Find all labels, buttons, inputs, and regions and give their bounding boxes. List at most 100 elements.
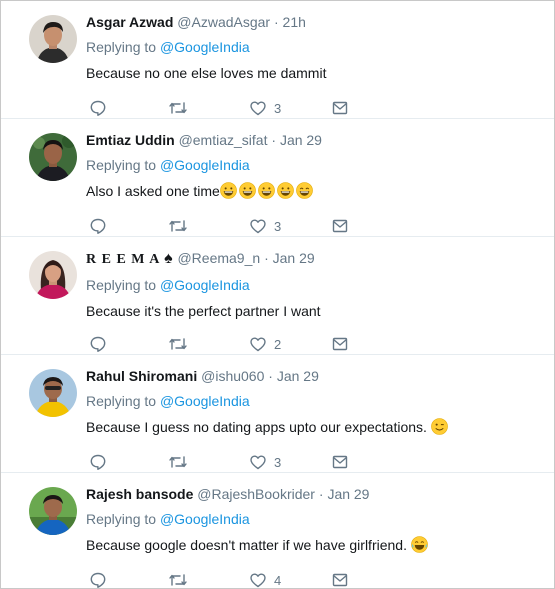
- tweet-timestamp[interactable]: Jan 29: [280, 132, 322, 148]
- reply-button[interactable]: [89, 451, 107, 473]
- avatar-image: [29, 251, 77, 299]
- reply-icon: [90, 100, 106, 116]
- replying-to-label: Replying to: [86, 277, 157, 293]
- like-button[interactable]: 4: [249, 569, 282, 588]
- winking-face-icon: [430, 418, 448, 435]
- tears-of-joy-face-icon: [411, 536, 428, 553]
- retweet-icon: [169, 220, 187, 232]
- retweet-button[interactable]: [168, 569, 188, 588]
- direct-message-button[interactable]: [331, 97, 349, 119]
- avatar[interactable]: [29, 487, 77, 535]
- direct-message-button[interactable]: [331, 451, 349, 473]
- reply-button[interactable]: [89, 569, 107, 588]
- tweet-actions: 4: [89, 569, 389, 588]
- author-name[interactable]: R E E M A ♠: [86, 250, 174, 267]
- tweet-actions: 3: [89, 215, 389, 237]
- tweet-text-content: Because google doesn't matter if we have…: [86, 537, 407, 553]
- separator-dot: ·: [318, 486, 324, 502]
- direct-message-icon: [332, 573, 348, 587]
- retweet-button[interactable]: [168, 97, 188, 119]
- tweet-text: Because google doesn't matter if we have…: [86, 535, 534, 555]
- author-name[interactable]: Rahul Shiromani: [86, 368, 197, 384]
- tweet-timestamp[interactable]: 21h: [283, 14, 306, 30]
- tweet-replies-panel: Asgar Azwad @AzwadAsgar · 21h Replying t…: [0, 0, 555, 589]
- spade-icon: ♠: [164, 250, 174, 267]
- separator-dot: ·: [273, 14, 279, 30]
- avatar-image: [29, 133, 77, 181]
- separator-dot: ·: [271, 132, 277, 148]
- retweet-button[interactable]: [168, 333, 188, 355]
- avatar-image: [29, 369, 77, 417]
- tweet-text: Because I guess no dating apps upto our …: [86, 417, 534, 437]
- author-handle[interactable]: @emtiaz_sifat: [179, 132, 268, 148]
- retweet-button[interactable]: [168, 215, 188, 237]
- tweet-text-content: Because I guess no dating apps upto our …: [86, 419, 427, 435]
- reply-mention-link[interactable]: @GoogleIndia: [160, 39, 250, 55]
- retweet-button[interactable]: [168, 451, 188, 473]
- direct-message-icon: [332, 455, 348, 469]
- avatar[interactable]: [29, 133, 77, 181]
- avatar[interactable]: [29, 15, 77, 63]
- tweet-timestamp[interactable]: Jan 29: [277, 368, 319, 384]
- like-count: 3: [274, 100, 282, 116]
- avatar[interactable]: [29, 251, 77, 299]
- tweet-actions: 3: [89, 97, 389, 119]
- emoji-group: [220, 182, 315, 199]
- author-handle[interactable]: @ishu060: [201, 368, 264, 384]
- replying-to: Replying to @GoogleIndia: [86, 275, 534, 295]
- tweet-item[interactable]: Asgar Azwad @AzwadAsgar · 21h Replying t…: [1, 1, 554, 119]
- reply-button[interactable]: [89, 333, 107, 355]
- author-name-text: R E E M A: [86, 252, 160, 267]
- like-count: 3: [274, 218, 282, 234]
- like-button[interactable]: 3: [249, 451, 281, 473]
- like-icon: [250, 337, 266, 352]
- tweet-timestamp[interactable]: Jan 29: [273, 250, 315, 266]
- grinning-face-icon: [258, 182, 275, 199]
- reply-mention-link[interactable]: @GoogleIndia: [160, 157, 250, 173]
- tweet-timestamp[interactable]: Jan 29: [327, 486, 369, 502]
- like-button[interactable]: 2: [249, 333, 281, 355]
- author-handle[interactable]: @RajeshBookrider: [197, 486, 315, 502]
- direct-message-button[interactable]: [331, 569, 349, 588]
- author-handle[interactable]: @Reema9_n: [177, 250, 260, 266]
- tweet-item[interactable]: Emtiaz Uddin @emtiaz_sifat · Jan 29 Repl…: [1, 119, 554, 237]
- reply-mention-link[interactable]: @GoogleIndia: [160, 511, 250, 527]
- author-handle[interactable]: @AzwadAsgar: [177, 14, 270, 30]
- grinning-face-icon: [220, 182, 237, 199]
- direct-message-button[interactable]: [331, 215, 349, 237]
- reply-button[interactable]: [89, 215, 107, 237]
- author-name[interactable]: Emtiaz Uddin: [86, 132, 175, 148]
- like-count: 3: [274, 454, 282, 470]
- direct-message-icon: [332, 337, 348, 351]
- replying-to-label: Replying to: [86, 157, 157, 173]
- retweet-icon: [169, 456, 187, 468]
- replying-to: Replying to @GoogleIndia: [86, 509, 534, 529]
- like-button[interactable]: 3: [249, 215, 281, 237]
- replying-to: Replying to @GoogleIndia: [86, 155, 534, 175]
- reply-mention-link[interactable]: @GoogleIndia: [160, 277, 250, 293]
- author-name[interactable]: Rajesh bansode: [86, 486, 193, 502]
- reply-icon: [90, 572, 106, 588]
- tweet-text: Because it's the perfect partner I want: [86, 303, 321, 319]
- tweet-item[interactable]: Rajesh bansode @RajeshBookrider · Jan 29…: [1, 473, 554, 588]
- reply-mention-link[interactable]: @GoogleIndia: [160, 393, 250, 409]
- like-button[interactable]: 3: [249, 97, 281, 119]
- retweet-icon: [169, 574, 187, 586]
- replying-to-label: Replying to: [86, 393, 157, 409]
- replying-to-label: Replying to: [86, 511, 157, 527]
- direct-message-button[interactable]: [331, 333, 349, 355]
- tweet-item[interactable]: Rahul Shiromani @ishu060 · Jan 29 Replyi…: [1, 355, 554, 473]
- avatar-image: [29, 15, 77, 63]
- avatar[interactable]: [29, 369, 77, 417]
- reply-button[interactable]: [89, 97, 107, 119]
- like-count: 4: [274, 572, 282, 588]
- grinning-face-icon: [239, 182, 256, 199]
- author-name[interactable]: Asgar Azwad: [86, 14, 173, 30]
- replying-to: Replying to @GoogleIndia: [86, 37, 534, 57]
- direct-message-icon: [332, 219, 348, 233]
- tweet-actions: 3: [89, 451, 389, 473]
- tweet-item[interactable]: R E E M A ♠ @Reema9_n · Jan 29 Replying …: [1, 237, 554, 355]
- tweet-text: Also I asked one time: [86, 181, 534, 201]
- tweet-text-content: Also I asked one time: [86, 183, 220, 199]
- like-icon: [250, 573, 266, 588]
